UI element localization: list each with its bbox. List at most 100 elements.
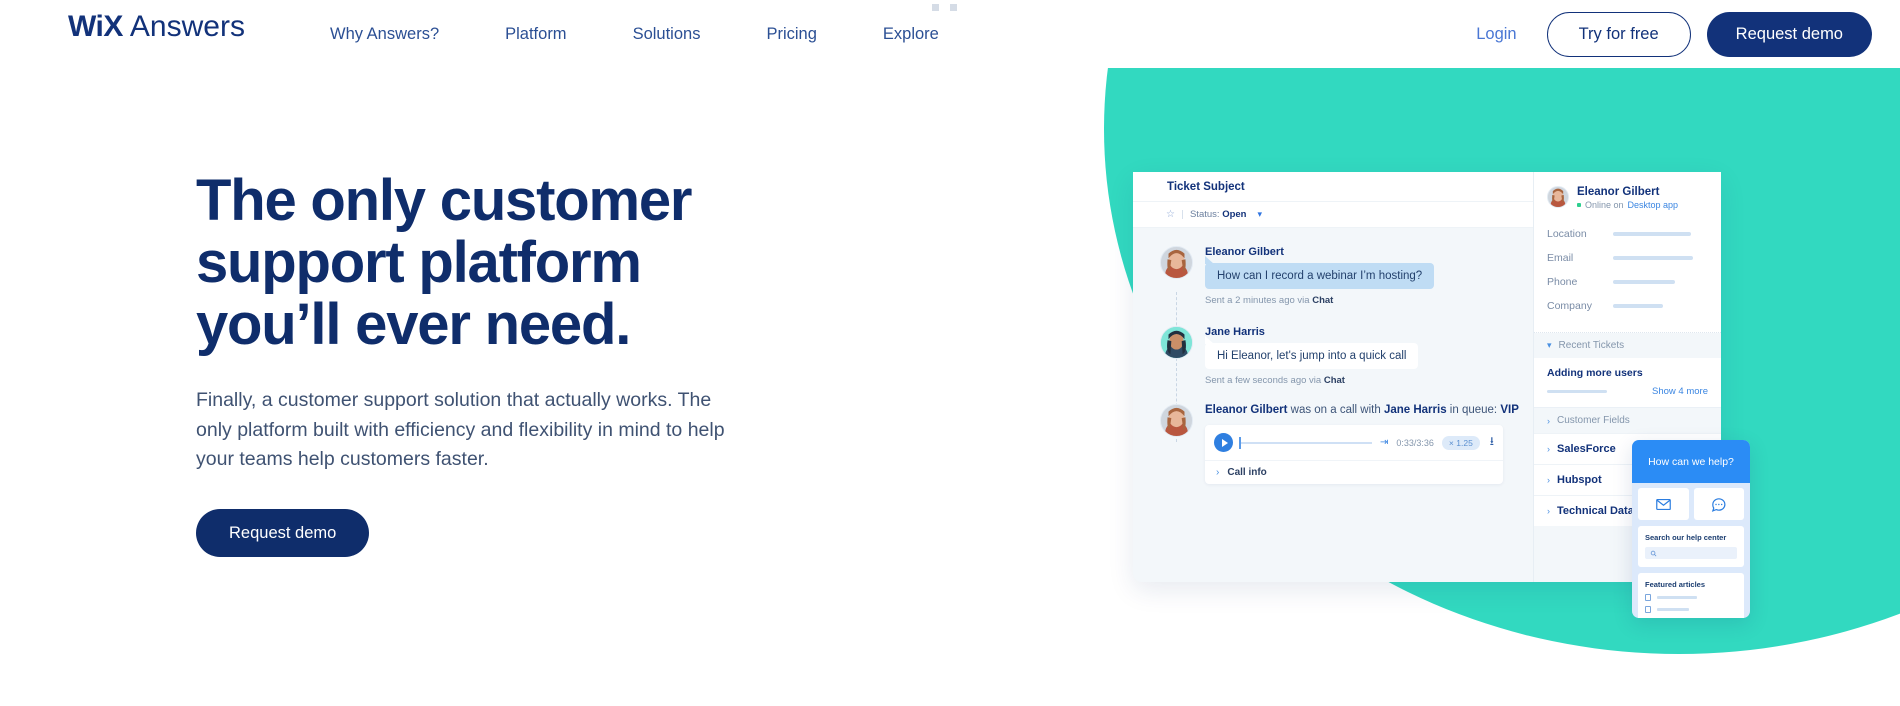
download-icon[interactable]: ⭳ bbox=[1490, 432, 1494, 453]
recent-tickets-section: ▾ Recent Tickets Adding more users Show … bbox=[1534, 332, 1721, 407]
recent-ticket-title: Adding more users bbox=[1547, 367, 1643, 379]
play-button[interactable] bbox=[1214, 433, 1233, 452]
recent-ticket-footer: Show 4 more bbox=[1547, 386, 1708, 397]
hero-section: The only customer support platform you’l… bbox=[196, 169, 756, 558]
logo[interactable]: WiX Answers bbox=[68, 10, 245, 44]
widget-search-input[interactable] bbox=[1645, 547, 1737, 559]
message-meta-prefix: Sent a few seconds ago via bbox=[1205, 375, 1322, 386]
recent-ticket-item[interactable]: Adding more users Show 4 more bbox=[1534, 358, 1721, 407]
sidebar-item-label: Hubspot bbox=[1557, 474, 1602, 486]
main-navigation: Why Answers? Platform Solutions Pricing … bbox=[330, 0, 939, 68]
message-meta: Sent a 2 minutes ago via Chat bbox=[1205, 295, 1533, 306]
playback-speed-badge[interactable]: × 1.25 bbox=[1441, 435, 1480, 450]
chevron-right-icon: › bbox=[1547, 444, 1550, 454]
nav-item-platform[interactable]: Platform bbox=[505, 25, 566, 44]
sidebar-item-label: SalesForce bbox=[1557, 443, 1616, 455]
widget-search-label: Search our help center bbox=[1645, 533, 1727, 542]
customer-fields-header[interactable]: › Customer Fields bbox=[1534, 407, 1721, 433]
try-for-free-button[interactable]: Try for free bbox=[1546, 11, 1691, 57]
customer-field-row: Location bbox=[1547, 228, 1708, 240]
dot-2 bbox=[950, 4, 957, 11]
document-icon bbox=[1645, 594, 1651, 601]
ticket-header-bar: Ticket Subject bbox=[1133, 172, 1533, 202]
header-actions: Login Try for free Request demo bbox=[1476, 0, 1872, 68]
nav-item-pricing[interactable]: Pricing bbox=[766, 25, 816, 44]
customer-field-row: Email bbox=[1547, 252, 1708, 264]
call-event-target: Jane Harris bbox=[1383, 404, 1447, 416]
chevron-right-icon: › bbox=[1547, 475, 1550, 485]
widget-article-item[interactable] bbox=[1645, 606, 1737, 613]
ticket-main-panel: Ticket Subject ☆ Status: Open ▾ Eleanor … bbox=[1133, 172, 1533, 582]
call-event-suffix: in queue: bbox=[1446, 404, 1501, 416]
ticket-subject-text: Ticket Subject bbox=[1167, 180, 1245, 193]
playback-time: 0:33/3:36 bbox=[1396, 437, 1434, 448]
widget-search-card: Search our help center bbox=[1638, 526, 1744, 567]
avatar bbox=[1547, 186, 1569, 208]
status-value: Open bbox=[1222, 209, 1247, 220]
customer-profile-header: Eleanor Gilbert Online on Desktop app bbox=[1547, 186, 1708, 210]
message-channel: Chat bbox=[1323, 375, 1345, 386]
skip-forward-icon[interactable]: ⇥ bbox=[1380, 437, 1388, 448]
logo-wix-text: WiX bbox=[68, 10, 123, 43]
dot-1 bbox=[932, 4, 939, 11]
avatar-face-icon bbox=[1161, 327, 1192, 358]
message-bubble: How can I record a webinar I’m hosting? bbox=[1205, 256, 1435, 289]
call-info-label: Call info bbox=[1227, 467, 1267, 478]
site-header: WiX Answers Why Answers? Platform Soluti… bbox=[0, 0, 1900, 68]
customer-field-row: Company bbox=[1547, 300, 1708, 312]
widget-title: How can we help? bbox=[1648, 455, 1734, 468]
customer-fields-label: Customer Fields bbox=[1557, 415, 1630, 426]
field-value-placeholder bbox=[1613, 280, 1675, 284]
divider bbox=[1181, 210, 1183, 219]
widget-featured-label: Featured articles bbox=[1645, 580, 1706, 589]
call-event-middle: was on a call with bbox=[1287, 404, 1384, 416]
customer-status-text: Online on bbox=[1585, 200, 1624, 210]
widget-article-item[interactable] bbox=[1645, 594, 1737, 601]
audio-progress-slider[interactable] bbox=[1239, 436, 1372, 449]
desktop-app-link[interactable]: Desktop app bbox=[1628, 200, 1679, 210]
message-meta: Sent a few seconds ago via Chat bbox=[1205, 375, 1533, 386]
document-icon bbox=[1645, 606, 1651, 613]
chevron-down-icon: ▾ bbox=[1547, 340, 1552, 350]
show-more-link[interactable]: Show 4 more bbox=[1652, 386, 1708, 397]
widget-chat-tile[interactable] bbox=[1693, 488, 1744, 520]
recent-tickets-header[interactable]: ▾ Recent Tickets bbox=[1534, 333, 1721, 358]
nav-item-explore[interactable]: Explore bbox=[883, 25, 939, 44]
request-demo-button-header[interactable]: Request demo bbox=[1706, 11, 1872, 57]
help-center-widget: How can we help? Search our help center bbox=[1632, 440, 1750, 618]
message-item: Jane Harris Hi Eleanor, let's jump into … bbox=[1133, 326, 1533, 386]
field-label-email: Email bbox=[1547, 252, 1574, 264]
loading-dots-indicator bbox=[932, 4, 957, 11]
chevron-right-icon: › bbox=[1547, 506, 1550, 516]
avatar-face-icon bbox=[1161, 405, 1192, 436]
player-controls-row: ⇥ 0:33/3:36 × 1.25 ⭳ bbox=[1205, 425, 1503, 461]
message-author: Jane Harris bbox=[1205, 326, 1265, 338]
avatar bbox=[1160, 326, 1193, 359]
customer-profile-block: Eleanor Gilbert Online on Desktop app Lo… bbox=[1534, 172, 1721, 332]
widget-featured-card: Featured articles bbox=[1638, 573, 1744, 618]
conversation-thread: Eleanor Gilbert How can I record a webin… bbox=[1133, 228, 1533, 484]
call-recording-player: ⇥ 0:33/3:36 × 1.25 ⭳ › Call info bbox=[1205, 425, 1503, 484]
page-root: WiX Answers Why Answers? Platform Soluti… bbox=[0, 0, 1900, 706]
article-title-placeholder bbox=[1657, 608, 1689, 611]
sidebar-item-label: Technical Data bbox=[1557, 505, 1634, 517]
nav-item-solutions[interactable]: Solutions bbox=[633, 25, 701, 44]
ticket-meta-placeholder bbox=[1547, 389, 1607, 394]
status-label: Status: bbox=[1189, 209, 1220, 220]
message-channel: Chat bbox=[1312, 295, 1334, 306]
message-bubble: Hi Eleanor, let's jump into a quick call bbox=[1205, 336, 1419, 369]
customer-name: Eleanor Gilbert bbox=[1577, 186, 1660, 198]
widget-email-tile[interactable] bbox=[1638, 488, 1689, 520]
login-link[interactable]: Login bbox=[1476, 25, 1516, 44]
chevron-right-icon: › bbox=[1216, 467, 1220, 478]
avatar bbox=[1160, 246, 1193, 279]
field-value-placeholder bbox=[1613, 256, 1693, 260]
nav-item-why-answers[interactable]: Why Answers? bbox=[330, 25, 439, 44]
avatar bbox=[1160, 404, 1193, 437]
widget-action-tiles bbox=[1632, 483, 1750, 520]
envelope-icon bbox=[1655, 498, 1671, 510]
request-demo-button-hero[interactable]: Request demo bbox=[196, 509, 370, 558]
chevron-down-icon[interactable]: ▾ bbox=[1257, 209, 1262, 220]
star-icon[interactable]: ☆ bbox=[1166, 209, 1175, 220]
call-info-toggle[interactable]: › Call info bbox=[1205, 461, 1503, 484]
